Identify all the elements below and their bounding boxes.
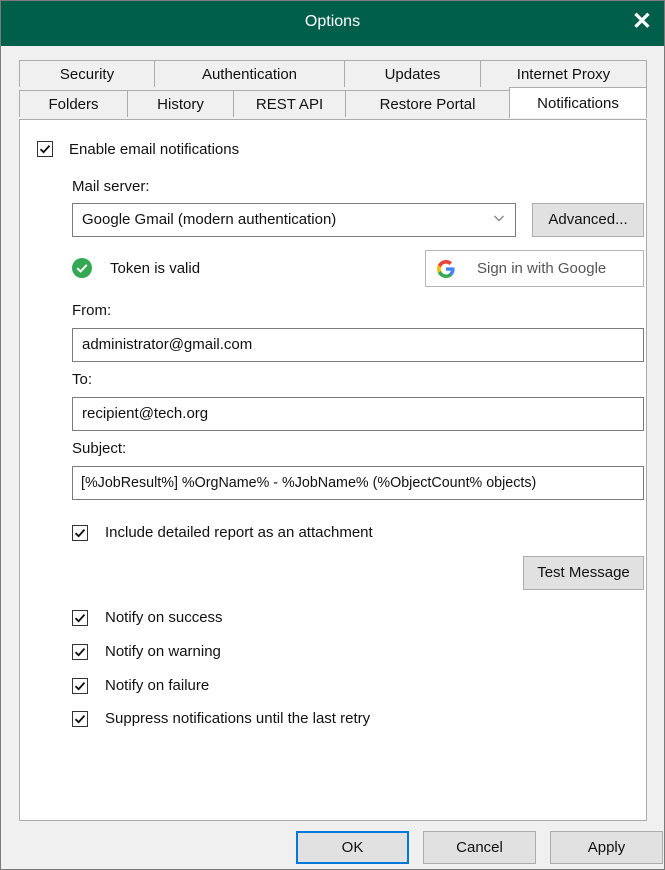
suppress-notifications-label: Suppress notifications until the last re… [105,710,371,727]
google-g-icon [437,260,455,278]
apply-button[interactable]: Apply [550,831,663,864]
title-bar: Options ✕ [1,1,664,46]
tab-authentication[interactable]: Authentication [154,60,345,87]
subject-label: Subject: [72,440,127,457]
sign-in-google-button[interactable]: Sign in with Google [425,250,644,287]
enable-email-label: Enable email notifications [69,141,240,158]
tab-restore-portal[interactable]: Restore Portal [345,90,510,117]
tab-updates[interactable]: Updates [344,60,481,87]
check-icon [74,529,86,538]
tab-internet-proxy[interactable]: Internet Proxy [480,60,647,87]
options-dialog: Options ✕ Security Authentication Update… [0,0,665,870]
check-icon [74,648,86,657]
cancel-button[interactable]: Cancel [423,831,536,864]
chevron-down-icon [494,215,504,222]
tab-history[interactable]: History [127,90,234,117]
notify-warning-checkbox[interactable] [72,644,88,660]
enable-email-checkbox[interactable] [37,141,53,157]
tab-security[interactable]: Security [19,60,155,87]
to-input[interactable]: recipient@tech.org [72,397,644,431]
include-report-label: Include detailed report as an attachment [105,524,373,541]
tab-rest-api[interactable]: REST API [233,90,346,117]
to-label: To: [72,371,93,388]
ok-button[interactable]: OK [296,831,409,864]
notify-failure-checkbox[interactable] [72,678,88,694]
notify-success-label: Notify on success [105,609,223,626]
notify-failure-label: Notify on failure [105,677,210,694]
check-icon [74,614,86,623]
mail-server-value: Google Gmail (modern authentication) [82,211,337,228]
check-icon [74,715,86,724]
check-icon [74,682,86,691]
tab-notifications[interactable]: Notifications [509,87,647,118]
notify-warning-label: Notify on warning [105,643,221,660]
suppress-notifications-checkbox[interactable] [72,711,88,727]
test-message-button[interactable]: Test Message [523,556,644,590]
advanced-button[interactable]: Advanced... [532,203,644,237]
check-icon [39,145,51,154]
token-status-text: Token is valid [110,260,201,277]
from-label: From: [72,302,112,319]
mail-server-select[interactable]: Google Gmail (modern authentication) [72,203,516,237]
from-input[interactable]: administrator@gmail.com [72,328,644,362]
notify-success-checkbox[interactable] [72,610,88,626]
close-icon[interactable]: ✕ [632,9,652,35]
include-report-checkbox[interactable] [72,525,88,541]
check-circle-icon [72,258,92,278]
subject-input[interactable]: [%JobResult%] %OrgName% - %JobName% (%Ob… [72,466,644,500]
tab-folders[interactable]: Folders [19,90,128,117]
mail-server-label: Mail server: [72,178,150,195]
sign-in-google-label: Sign in with Google [477,260,607,277]
window-title: Options [304,13,361,30]
